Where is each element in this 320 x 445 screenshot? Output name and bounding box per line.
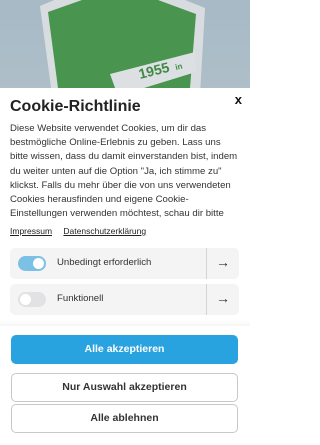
cookie-description: Diese Website verwendet Cookies, um dir … xyxy=(10,123,238,220)
close-icon[interactable]: x xyxy=(235,92,242,107)
row-divider xyxy=(206,248,207,279)
toggle-knob xyxy=(20,294,31,305)
modal-title: Cookie-Richtlinie xyxy=(10,98,141,115)
privacy-policy-link[interactable]: Datenschutzerklärung xyxy=(63,226,146,236)
category-label: Funktionell xyxy=(57,293,104,304)
toggle-knob xyxy=(33,258,44,269)
cookie-category-necessary: Unbedingt erforderlich → xyxy=(10,248,239,279)
cookie-actions-footer: Alle akzeptieren Nur Auswahl akzeptieren… xyxy=(0,326,250,445)
accept-all-button[interactable]: Alle akzeptieren xyxy=(11,335,238,364)
category-label: Unbedingt erforderlich xyxy=(57,257,152,268)
arrow-right-icon[interactable]: → xyxy=(212,290,234,309)
legal-links: Impressum Datenschutzerklärung xyxy=(10,226,155,236)
cookie-category-functional: Funktionell → xyxy=(10,284,239,315)
functional-toggle[interactable] xyxy=(18,292,46,307)
necessary-toggle[interactable] xyxy=(18,256,46,271)
row-divider xyxy=(206,284,207,315)
arrow-right-icon[interactable]: → xyxy=(212,254,234,273)
accept-selection-button[interactable]: Nur Auswahl akzeptieren xyxy=(11,373,238,402)
reject-all-button[interactable]: Alle ablehnen xyxy=(11,404,238,433)
cookie-modal: Cookie-Richtlinie x Diese Website verwen… xyxy=(0,88,250,328)
impressum-link[interactable]: Impressum xyxy=(10,226,52,236)
